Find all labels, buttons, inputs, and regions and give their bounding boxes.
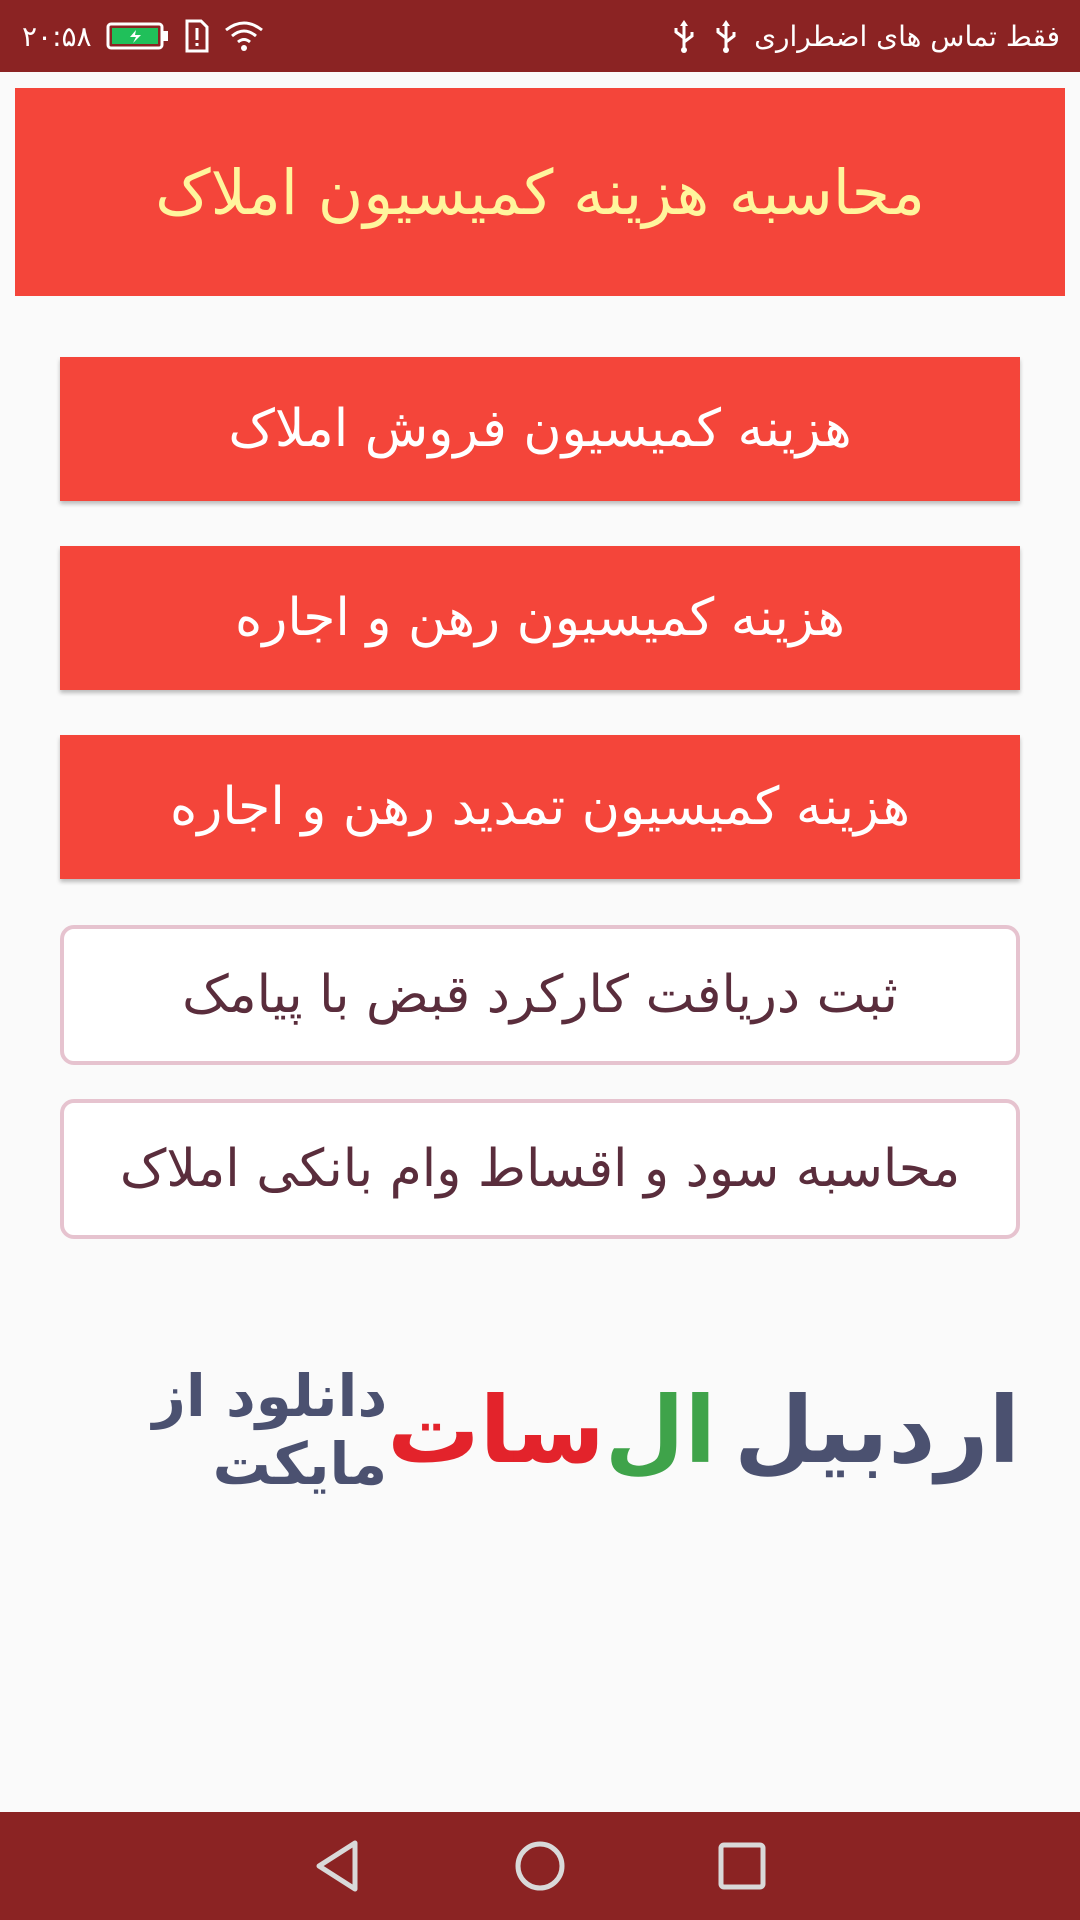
sale-commission-button[interactable]: هزینه کمیسیون فروش املاک	[60, 357, 1020, 501]
rent-commission-button[interactable]: هزینه کمیسیون رهن و اجاره	[60, 546, 1020, 690]
status-time: ۲۰:۵۸	[22, 19, 92, 53]
status-left: ۲۰:۵۸	[22, 0, 264, 72]
usb-icon	[712, 18, 740, 54]
ad-logo-part2: ال	[604, 1376, 717, 1484]
ad-logo-part1: اردبیل	[734, 1376, 1020, 1484]
back-icon[interactable]	[313, 1839, 363, 1893]
usb-icon	[670, 18, 698, 54]
ad-banner[interactable]: اردبیل ال سات دانلود از مایکت	[60, 1362, 1020, 1498]
rent-renewal-commission-button[interactable]: هزینه کمیسیون تمدید رهن و اجاره	[60, 735, 1020, 879]
home-icon[interactable]	[513, 1839, 567, 1893]
navigation-bar	[0, 1812, 1080, 1920]
ad-logo: اردبیل ال سات	[387, 1377, 1020, 1484]
carrier-text: فقط تماس های اضطراری	[754, 19, 1060, 53]
wifi-icon	[224, 20, 264, 52]
battery-charging-icon	[106, 21, 170, 51]
status-right: فقط تماس های اضطراری	[670, 0, 1060, 72]
sms-bill-register-button[interactable]: ثبت دریافت کارکرد قبض با پیامک	[60, 925, 1020, 1065]
page-title: محاسبه هزینه کمیسیون املاک	[155, 155, 925, 229]
app-header: محاسبه هزینه کمیسیون املاک	[15, 88, 1065, 296]
sim-alert-icon	[184, 19, 210, 53]
ad-logo-part3: سات	[387, 1376, 605, 1484]
loan-calculator-button[interactable]: محاسبه سود و اقساط وام بانکی املاک	[60, 1099, 1020, 1239]
status-bar: ۲۰:۵۸ فقط تماس های اضطراری	[0, 0, 1080, 72]
recents-icon[interactable]	[717, 1841, 767, 1891]
ad-download-text: دانلود از مایکت	[152, 1362, 388, 1498]
